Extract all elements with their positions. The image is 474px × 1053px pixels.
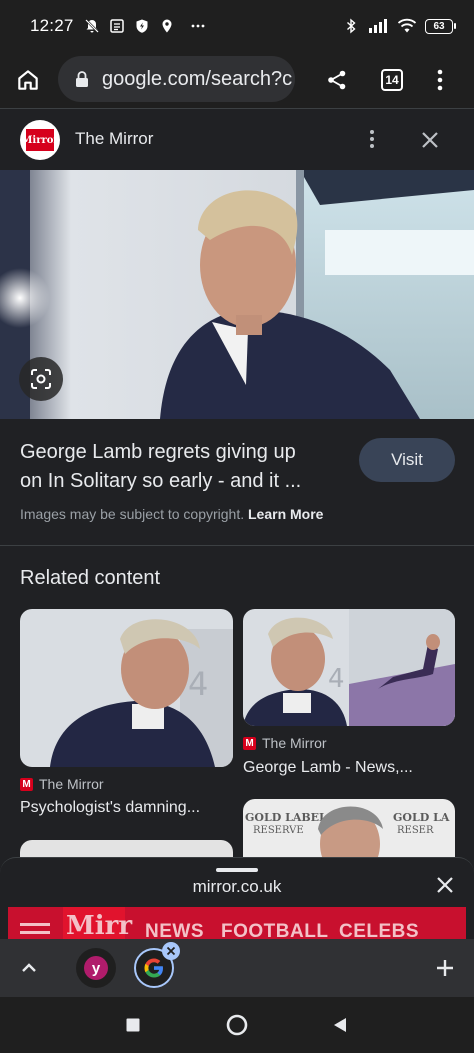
address-bar[interactable]: google.com/search?c [58, 56, 295, 102]
close-preview-button[interactable] [434, 874, 456, 896]
menu-dots-icon [437, 69, 443, 91]
preview-nav-football: FOOTBALL [221, 921, 329, 939]
related-card-image[interactable]: 4 [243, 609, 455, 726]
status-bar: 12:27 63 [0, 0, 474, 52]
back-button[interactable] [328, 1013, 352, 1037]
chevron-up-icon [22, 963, 36, 972]
expand-tabs-button[interactable] [16, 955, 42, 981]
lock-icon [76, 71, 88, 87]
battery-level: 63 [425, 18, 453, 34]
home-nav-button[interactable] [225, 1013, 249, 1037]
sheet-drag-handle[interactable] [216, 868, 258, 872]
browser-toolbar: google.com/search?c 14 [0, 52, 474, 108]
mute-notification-icon [84, 19, 99, 33]
svg-text:4: 4 [188, 665, 208, 703]
address-url: google.com/search?c [102, 67, 293, 90]
learn-more-link[interactable]: Learn More [248, 506, 323, 522]
preview-nav-celebs: CELEBS [339, 921, 420, 939]
source-options-button[interactable] [360, 125, 384, 153]
recents-square-icon [126, 1018, 140, 1032]
preview-url: mirror.co.uk [192, 877, 282, 896]
google-favicon-icon [144, 958, 163, 978]
close-icon [422, 132, 438, 148]
signal-icon [369, 19, 387, 33]
tab-yahoo[interactable]: y [76, 948, 116, 988]
related-card-image[interactable]: 4 [20, 609, 233, 767]
preview-page-content: Mirr NEWS FOOTBALL CELEBS [8, 907, 466, 939]
back-triangle-icon [334, 1018, 346, 1032]
svg-text:RESER: RESER [397, 825, 434, 836]
related-card-title[interactable]: Psychologist's damning... [20, 799, 200, 817]
plus-icon [437, 960, 453, 976]
preview-nav-news: NEWS [145, 921, 204, 939]
status-time: 12:27 [30, 16, 74, 35]
close-icon [166, 946, 176, 956]
lens-icon [31, 369, 51, 389]
tab-count: 14 [381, 69, 403, 91]
wifi-icon [397, 18, 417, 33]
close-icon [437, 877, 453, 893]
page-preview-sheet[interactable]: mirror.co.uk Mirr NEWS FOOTBALL CELEBS [0, 857, 474, 939]
source-logo: Mirror [20, 120, 60, 160]
yahoo-favicon-icon: y [84, 956, 108, 980]
tab-google[interactable] [134, 942, 180, 988]
bluetooth-icon [347, 18, 356, 34]
result-title-line2: on In Solitary so early - and it ... [20, 470, 302, 492]
svg-text:RESERVE: RESERVE [253, 825, 304, 836]
mirror-favicon-icon: M [20, 777, 33, 791]
mirror-favicon-icon: M [243, 736, 256, 750]
related-card-source: M The Mirror [20, 776, 104, 792]
svg-text:GOLD LABEL: GOLD LABEL [245, 811, 327, 824]
result-title-line1: George Lamb regrets giving up [20, 441, 296, 463]
lens-search-button[interactable] [19, 357, 63, 401]
news-icon [109, 19, 124, 33]
copyright-text: Images may be subject to copyright. [20, 506, 245, 522]
home-button[interactable] [0, 52, 56, 108]
related-card-source-name: The Mirror [39, 776, 104, 792]
location-icon [162, 19, 172, 33]
close-tab-button[interactable] [162, 942, 180, 960]
related-content-heading: Related content [20, 567, 161, 589]
result-title[interactable]: George Lamb regrets giving up on In Soli… [20, 438, 340, 496]
preview-mirror-logo: Mirr [63, 907, 132, 939]
svg-text:GOLD LA: GOLD LA [393, 811, 450, 824]
source-name: The Mirror [75, 129, 154, 148]
system-navigation-bar [0, 997, 474, 1053]
new-tab-button[interactable] [432, 955, 458, 981]
share-icon [328, 70, 346, 90]
home-circle-icon [226, 1014, 248, 1036]
tab-group-bar: y [0, 939, 474, 997]
share-button[interactable] [309, 52, 365, 108]
related-card-source: M The Mirror [243, 735, 327, 751]
home-icon [18, 70, 38, 90]
close-viewer-button[interactable] [416, 126, 444, 154]
related-card-title[interactable]: George Lamb - News,... [243, 759, 413, 777]
svg-text:4: 4 [328, 664, 345, 694]
main-image[interactable] [0, 170, 474, 419]
battery-icon: 63 [425, 18, 456, 34]
shield-icon [136, 19, 148, 33]
recents-button[interactable] [121, 1013, 145, 1037]
more-dots-icon [191, 24, 204, 28]
copyright-notice: Images may be subject to copyright. Lear… [20, 506, 323, 522]
vertical-dots-icon [370, 130, 374, 148]
visit-button[interactable]: Visit [359, 438, 455, 482]
hero-photo [0, 170, 474, 419]
hamburger-menu-icon [20, 923, 50, 934]
mirror-logo: Mirror [21, 129, 59, 151]
related-card-source-name: The Mirror [262, 735, 327, 751]
browser-menu-button[interactable] [412, 52, 468, 108]
image-viewer-header: Mirror The Mirror [0, 109, 474, 169]
